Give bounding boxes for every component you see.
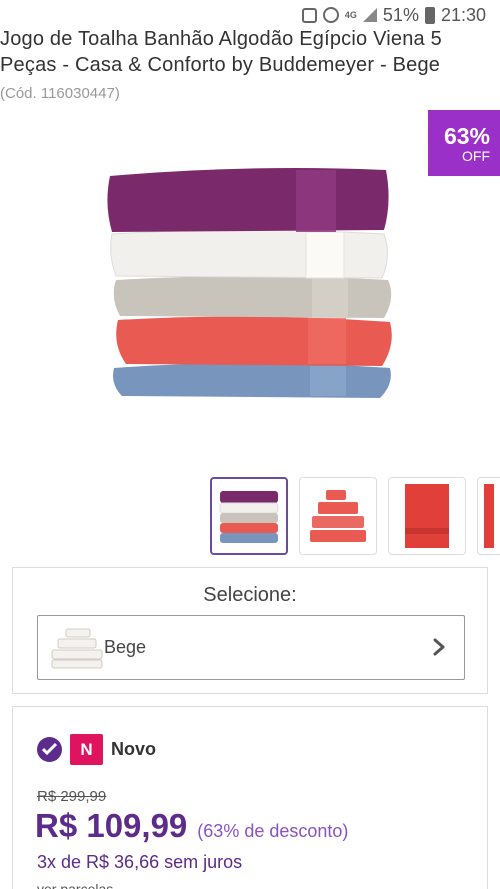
variant-thumbnail bbox=[50, 627, 104, 669]
product-image[interactable] bbox=[100, 160, 400, 430]
variant-select-value: Bege bbox=[104, 637, 147, 657]
lock-icon bbox=[301, 7, 317, 23]
thumbnail-1[interactable] bbox=[210, 477, 288, 555]
price-row: R$ 109,99 (63% de desconto) bbox=[35, 807, 348, 845]
check-circle-icon bbox=[37, 737, 62, 762]
thumbnail-3[interactable] bbox=[388, 477, 466, 555]
more-plans-link[interactable]: ver parcelas bbox=[37, 881, 113, 889]
thumbnail-2[interactable] bbox=[299, 477, 377, 555]
current-price: R$ 109,99 bbox=[35, 807, 188, 844]
product-code: (Cód. 116030447) bbox=[0, 85, 120, 102]
thumbnail-strip bbox=[210, 477, 500, 555]
discount-text: (63% de desconto) bbox=[197, 821, 349, 841]
discount-badge: 63% OFF bbox=[428, 110, 500, 176]
battery-level: 51% bbox=[382, 4, 419, 25]
discount-badge-off: OFF bbox=[462, 148, 490, 164]
condition-text: Novo bbox=[111, 739, 156, 759]
battery-icon bbox=[424, 6, 435, 24]
thumbnail-4[interactable] bbox=[477, 477, 500, 555]
discount-badge-percent: 63% bbox=[443, 123, 490, 149]
new-condition-badge: N bbox=[70, 734, 103, 765]
condition-row: N Novo bbox=[37, 734, 156, 765]
chevron-right-icon bbox=[432, 638, 446, 656]
installments-text: 3x de R$ 36,66 sem juros bbox=[37, 852, 243, 872]
towel-stack bbox=[107, 168, 392, 398]
variant-select-label: Selecione: bbox=[203, 584, 297, 606]
offer-card: N Novo R$ 299,99 R$ 109,99 (63% de desco… bbox=[12, 706, 488, 889]
clock: 21:30 bbox=[440, 4, 486, 25]
signal-icon bbox=[362, 8, 377, 22]
product-title: Jogo de Toalha Banhão Algodão Egípcio Vi… bbox=[0, 28, 442, 76]
old-price: R$ 299,99 bbox=[37, 788, 107, 805]
alarm-icon bbox=[322, 7, 339, 23]
network-type: 4G bbox=[344, 9, 357, 20]
variant-select-card: Selecione: Bege bbox=[12, 567, 488, 694]
variant-dropdown[interactable]: Bege bbox=[37, 615, 465, 680]
